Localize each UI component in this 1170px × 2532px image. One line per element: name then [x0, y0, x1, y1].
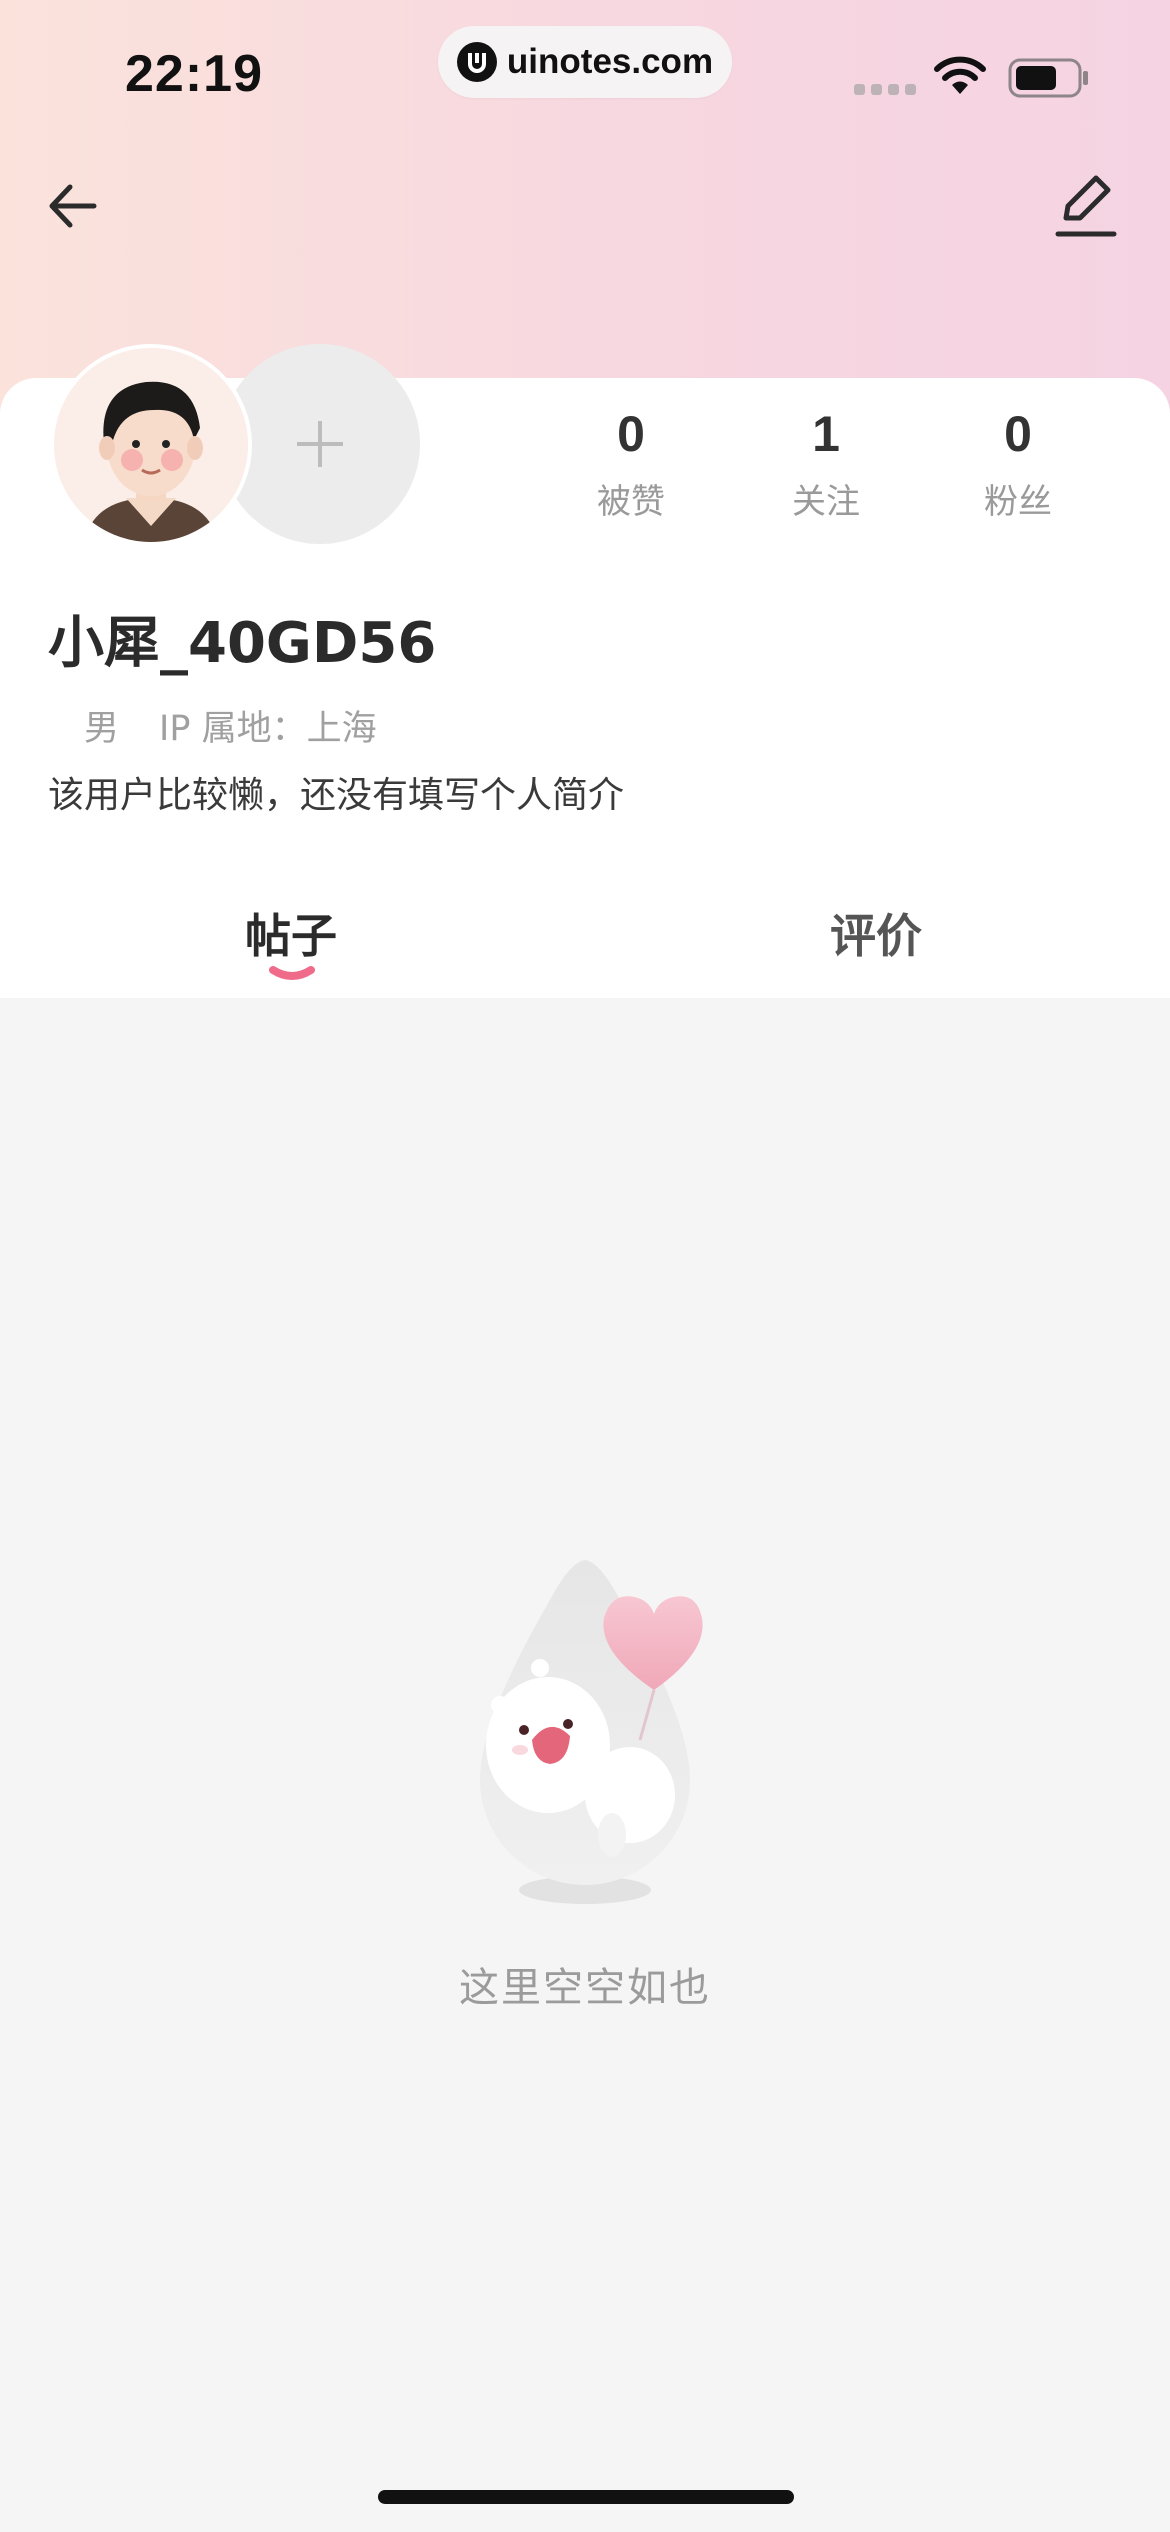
username: 小犀_40GD56 [48, 611, 437, 676]
site-logo-icon [456, 42, 497, 82]
stat-likes-value: 0 [617, 406, 645, 462]
stat-following[interactable]: 1 关注 [756, 406, 896, 523]
profile-meta: 男 IP 属地：上海 [84, 700, 377, 751]
ip-location: IP 属地：上海 [159, 709, 377, 749]
edit-pencil-icon[interactable] [1052, 172, 1118, 242]
stat-likes-label: 被赞 [597, 482, 665, 522]
avatar-illustration [54, 348, 248, 542]
tab-reviews[interactable]: 评价 [830, 900, 922, 966]
tab-active-indicator [269, 966, 315, 980]
wifi-icon [934, 56, 986, 94]
back-arrow-icon[interactable] [44, 176, 104, 236]
cellular-signal-icon [854, 84, 916, 95]
gender: 男 [84, 709, 120, 749]
stat-likes[interactable]: 0 被赞 [561, 406, 701, 523]
tab-posts[interactable]: 帖子 [245, 900, 337, 966]
empty-state-text: 这里空空如也 [459, 1965, 711, 2011]
battery-icon [1008, 58, 1088, 98]
url-pill[interactable]: uinotes.com [438, 26, 732, 98]
stat-following-label: 关注 [792, 482, 860, 522]
bio: 该用户比较懒，还没有填写个人简介 [48, 775, 625, 816]
empty-state-illustration [480, 1560, 703, 1904]
stat-followers-value: 0 [1004, 406, 1032, 462]
stat-following-value: 1 [812, 406, 840, 462]
stat-followers-label: 粉丝 [984, 482, 1052, 522]
status-time: 22:19 [125, 45, 263, 103]
stat-followers[interactable]: 0 粉丝 [948, 406, 1088, 523]
home-indicator[interactable] [378, 2490, 794, 2504]
avatar[interactable] [50, 344, 252, 546]
plus-icon [297, 421, 343, 467]
url-text: uinotes.com [506, 42, 714, 81]
